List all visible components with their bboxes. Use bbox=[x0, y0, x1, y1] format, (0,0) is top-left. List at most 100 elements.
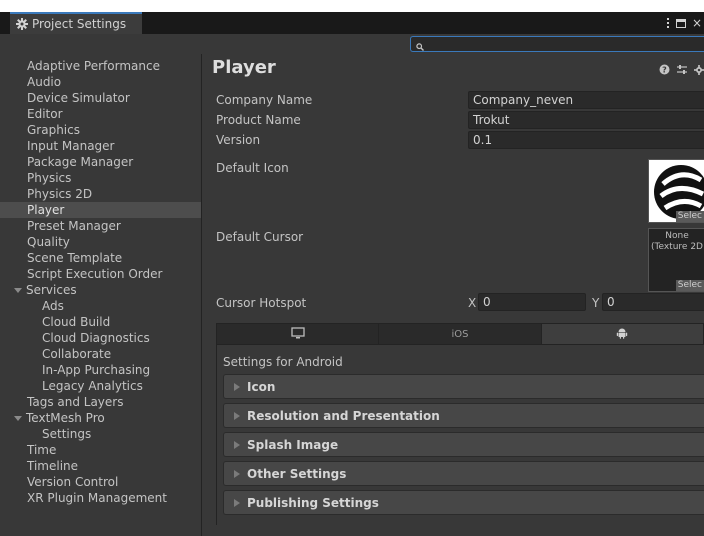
hotspot-y-field[interactable]: 0 bbox=[602, 293, 704, 311]
company-name-label: Company Name bbox=[216, 93, 313, 107]
sidebar-item-player[interactable]: Player bbox=[0, 202, 201, 218]
foldout-arrow-icon bbox=[234, 412, 240, 420]
sidebar-item-label: Audio bbox=[27, 75, 62, 89]
sidebar-item-physics[interactable]: Physics bbox=[0, 170, 201, 186]
foldout-arrow-icon[interactable] bbox=[14, 288, 22, 293]
preset-icon[interactable] bbox=[676, 64, 688, 78]
section-resolution-and-presentation[interactable]: Resolution and Presentation bbox=[223, 403, 704, 428]
sidebar-item-label: Preset Manager bbox=[27, 219, 121, 233]
gear-icon bbox=[16, 18, 28, 30]
sidebar-item-preset-manager[interactable]: Preset Manager bbox=[0, 218, 201, 234]
sidebar-item-textmesh-pro[interactable]: TextMesh Pro bbox=[0, 410, 201, 426]
product-name-field[interactable]: Trokut bbox=[468, 111, 704, 129]
sidebar-item-time[interactable]: Time bbox=[0, 442, 201, 458]
sidebar-item-label: Version Control bbox=[27, 475, 119, 489]
section-splash-image[interactable]: Splash Image bbox=[223, 432, 704, 457]
sidebar-item-label: Settings bbox=[42, 427, 92, 441]
page-title: Player bbox=[212, 57, 276, 78]
sidebar-item-tags-and-layers[interactable]: Tags and Layers bbox=[0, 394, 201, 410]
sidebar-item-adaptive-performance[interactable]: Adaptive Performance bbox=[0, 58, 201, 74]
sidebar-item-timeline[interactable]: Timeline bbox=[0, 458, 201, 474]
sidebar-item-label: Collaborate bbox=[42, 347, 112, 361]
cursor-select-button[interactable]: Selec bbox=[675, 280, 704, 291]
sidebar-item-label: Ads bbox=[42, 299, 64, 313]
sidebar-item-settings[interactable]: Settings bbox=[0, 426, 201, 442]
svg-text:?: ? bbox=[662, 65, 667, 74]
header-icons: ? bbox=[659, 64, 704, 78]
sidebar-item-xr-plugin-management[interactable]: XR Plugin Management bbox=[0, 490, 201, 506]
android-icon bbox=[616, 327, 628, 342]
sidebar-item-label: TextMesh Pro bbox=[26, 411, 105, 425]
sidebar-item-label: Physics bbox=[27, 171, 72, 185]
sidebar-item-editor[interactable]: Editor bbox=[0, 106, 201, 122]
sidebar-item-in-app-purchasing[interactable]: In-App Purchasing bbox=[0, 362, 201, 378]
section-other-settings[interactable]: Other Settings bbox=[223, 461, 704, 486]
sidebar-item-label: Adaptive Performance bbox=[27, 59, 160, 73]
section-icon[interactable]: Icon bbox=[223, 374, 704, 399]
sidebar-item-label: Device Simulator bbox=[27, 91, 130, 105]
search-row bbox=[0, 34, 704, 54]
tab-standalone[interactable] bbox=[217, 324, 380, 344]
search-icon bbox=[416, 40, 424, 51]
settings-for-label: Settings for Android bbox=[223, 355, 343, 369]
window-controls: × bbox=[666, 12, 704, 34]
sidebar-item-scene-template[interactable]: Scene Template bbox=[0, 250, 201, 266]
product-name-label: Product Name bbox=[216, 113, 301, 127]
settings-sidebar: Adaptive Performance Audio Device Simulato… bbox=[0, 54, 202, 536]
window-tab-bar: Project Settings × bbox=[0, 12, 704, 34]
help-icon[interactable]: ? bbox=[659, 64, 670, 78]
sidebar-item-graphics[interactable]: Graphics bbox=[0, 122, 201, 138]
company-name-field[interactable]: Company_neven bbox=[468, 91, 704, 109]
more-options-icon[interactable] bbox=[666, 18, 670, 28]
sidebar-item-script-execution-order[interactable]: Script Execution Order bbox=[0, 266, 201, 282]
sidebar-item-collaborate[interactable]: Collaborate bbox=[0, 346, 201, 362]
sidebar-item-label: Cloud Build bbox=[42, 315, 111, 329]
icon-select-button[interactable]: Selec bbox=[675, 211, 704, 222]
sidebar-item-cloud-build[interactable]: Cloud Build bbox=[0, 314, 201, 330]
default-cursor-label: Default Cursor bbox=[216, 230, 304, 244]
sidebar-item-version-control[interactable]: Version Control bbox=[0, 474, 201, 490]
hotspot-x-label: X bbox=[468, 296, 477, 310]
sidebar-item-label: Scene Template bbox=[27, 251, 123, 265]
sidebar-item-quality[interactable]: Quality bbox=[0, 234, 201, 250]
hotspot-x-field[interactable]: 0 bbox=[478, 293, 586, 311]
section-publishing-settings[interactable]: Publishing Settings bbox=[223, 490, 704, 515]
sidebar-item-label: Player bbox=[27, 203, 65, 217]
sidebar-item-label: Services bbox=[26, 283, 77, 297]
default-icon-slot[interactable]: Selec bbox=[648, 159, 704, 223]
tab-ios[interactable]: iOS bbox=[379, 324, 542, 344]
sidebar-item-label: Time bbox=[27, 443, 57, 457]
project-settings-tab[interactable]: Project Settings bbox=[10, 12, 142, 34]
platform-tab-bar: iOS bbox=[216, 323, 704, 345]
sidebar-item-device-simulator[interactable]: Device Simulator bbox=[0, 90, 201, 106]
sidebar-item-label: XR Plugin Management bbox=[27, 491, 167, 505]
sidebar-item-label: Timeline bbox=[27, 459, 79, 473]
search-input[interactable] bbox=[410, 36, 704, 52]
close-icon[interactable]: × bbox=[692, 16, 702, 30]
section-label: Icon bbox=[247, 380, 276, 394]
foldout-arrow-icon[interactable] bbox=[14, 416, 22, 421]
maximize-icon[interactable] bbox=[675, 18, 686, 28]
cursor-none-text: None bbox=[665, 231, 689, 241]
section-label: Splash Image bbox=[247, 438, 339, 452]
sidebar-item-label: Physics 2D bbox=[27, 187, 93, 201]
sidebar-item-physics-2d[interactable]: Physics 2D bbox=[0, 186, 201, 202]
sidebar-item-input-manager[interactable]: Input Manager bbox=[0, 138, 201, 154]
default-cursor-slot[interactable]: None (Texture 2D Selec bbox=[648, 228, 704, 292]
sidebar-item-package-manager[interactable]: Package Manager bbox=[0, 154, 201, 170]
sidebar-item-label: Input Manager bbox=[27, 139, 115, 153]
version-field[interactable]: 0.1 bbox=[468, 131, 704, 149]
sidebar-item-cloud-diagnostics[interactable]: Cloud Diagnostics bbox=[0, 330, 201, 346]
default-icon-label: Default Icon bbox=[216, 161, 289, 175]
settings-gear-icon[interactable] bbox=[694, 64, 704, 78]
ios-tab-label: iOS bbox=[451, 328, 469, 340]
sidebar-item-label: In-App Purchasing bbox=[42, 363, 151, 377]
sidebar-item-label: Graphics bbox=[27, 123, 80, 137]
tab-android[interactable] bbox=[541, 324, 703, 344]
hotspot-y-label: Y bbox=[592, 296, 600, 310]
sidebar-item-label: Package Manager bbox=[27, 155, 134, 169]
sidebar-item-ads[interactable]: Ads bbox=[0, 298, 201, 314]
sidebar-item-services[interactable]: Services bbox=[0, 282, 201, 298]
sidebar-item-audio[interactable]: Audio bbox=[0, 74, 201, 90]
sidebar-item-legacy-analytics[interactable]: Legacy Analytics bbox=[0, 378, 201, 394]
